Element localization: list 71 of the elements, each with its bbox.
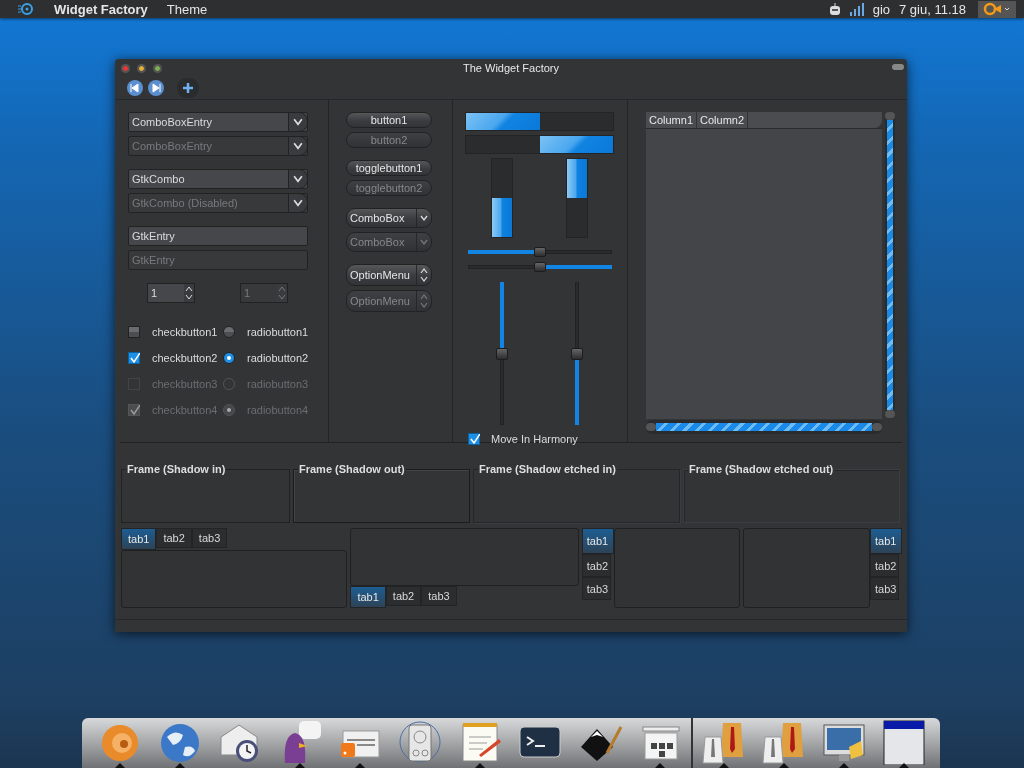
tab[interactable]: tab1 — [121, 528, 157, 550]
clock[interactable]: 7 giu, 11.18 — [899, 1, 966, 17]
checkbox[interactable] — [128, 326, 140, 338]
running-indicator — [719, 763, 729, 768]
push-button[interactable]: button1 — [346, 112, 432, 128]
skip-back-icon[interactable] — [127, 80, 143, 96]
text-entry[interactable]: GtkEntry — [128, 226, 308, 246]
checkbox-label: checkbutton1 — [152, 326, 218, 338]
running-indicator — [355, 763, 365, 768]
tab[interactable]: tab2 — [156, 528, 192, 548]
speaker-icon[interactable] — [397, 719, 443, 765]
radio-label: radiobutton4 — [247, 404, 309, 416]
window-icon[interactable] — [881, 719, 927, 765]
checkbox-label: checkbutton2 — [152, 352, 218, 364]
skip-forward-icon[interactable] — [148, 80, 164, 96]
radio-label: radiobutton3 — [247, 378, 309, 390]
tab[interactable]: tab1 — [581, 528, 614, 554]
signal-icon[interactable] — [848, 2, 865, 16]
checkbox[interactable] — [128, 352, 140, 364]
tab[interactable]: tab2 — [581, 554, 611, 577]
slider[interactable] — [468, 260, 612, 274]
frame-label: Frame (Shadow in) — [126, 463, 227, 475]
running-indicator — [899, 763, 909, 768]
radio-button[interactable] — [223, 326, 235, 338]
running-indicator — [175, 763, 185, 768]
tab[interactable]: tab3 — [421, 586, 457, 606]
radio-label: radiobutton2 — [247, 352, 309, 364]
tab[interactable]: tab3 — [581, 577, 611, 600]
tab[interactable]: tab2 — [870, 554, 899, 577]
frame-label: Frame (Shadow out) — [298, 463, 406, 475]
frame-label: Frame (Shadow etched in) — [478, 463, 617, 475]
running-indicator — [295, 763, 305, 768]
radio-button[interactable] — [223, 352, 235, 364]
checkbox-label: checkbutton4 — [152, 404, 218, 416]
toggle-button[interactable]: togglebutton1 — [346, 160, 432, 176]
running-indicator — [779, 763, 789, 768]
combo-box[interactable]: ComboBox — [346, 208, 432, 228]
tab[interactable]: tab3 — [870, 577, 899, 600]
running-indicator — [115, 763, 125, 768]
tab[interactable]: tab1 — [350, 586, 386, 608]
combo-box-entry[interactable]: ComboBoxEntry — [128, 112, 308, 132]
checkbox-label: checkbutton3 — [152, 378, 218, 390]
combo-field[interactable]: GtkCombo — [128, 169, 308, 189]
close-button[interactable] — [121, 63, 130, 73]
tab[interactable]: tab2 — [385, 586, 422, 606]
frame-label: Frame (Shadow etched out) — [688, 463, 835, 475]
minimize-button[interactable] — [137, 63, 146, 73]
tab[interactable]: tab3 — [191, 528, 228, 548]
shade-button[interactable] — [892, 64, 904, 70]
add-button[interactable] — [177, 78, 199, 98]
window-title: The Widget Factory — [463, 62, 559, 74]
plus-icon — [183, 83, 193, 93]
user-name[interactable]: gio — [872, 1, 890, 17]
spin-button[interactable]: 1 — [147, 283, 195, 303]
horizontal-scrollbar[interactable] — [646, 420, 882, 434]
tab[interactable]: tab1 — [870, 528, 902, 554]
vertical-scrollbar[interactable] — [885, 112, 895, 418]
app-logo-icon[interactable] — [17, 2, 35, 16]
tray-app-button[interactable] — [978, 0, 1016, 18]
slider[interactable] — [468, 245, 612, 259]
running-indicator — [475, 763, 485, 768]
app-name[interactable]: Widget Factory — [54, 1, 148, 17]
running-indicator — [655, 763, 665, 768]
running-indicator — [839, 763, 849, 768]
spin-arrows-icon[interactable] — [184, 284, 194, 302]
checkbox[interactable] — [468, 433, 480, 445]
checkbox-label: Move In Harmony — [491, 433, 578, 445]
option-menu[interactable]: OptionMenu — [346, 264, 432, 286]
menu-item[interactable]: Theme — [166, 1, 208, 17]
maximize-button[interactable] — [153, 63, 162, 73]
radio-label: radiobutton1 — [247, 326, 309, 338]
